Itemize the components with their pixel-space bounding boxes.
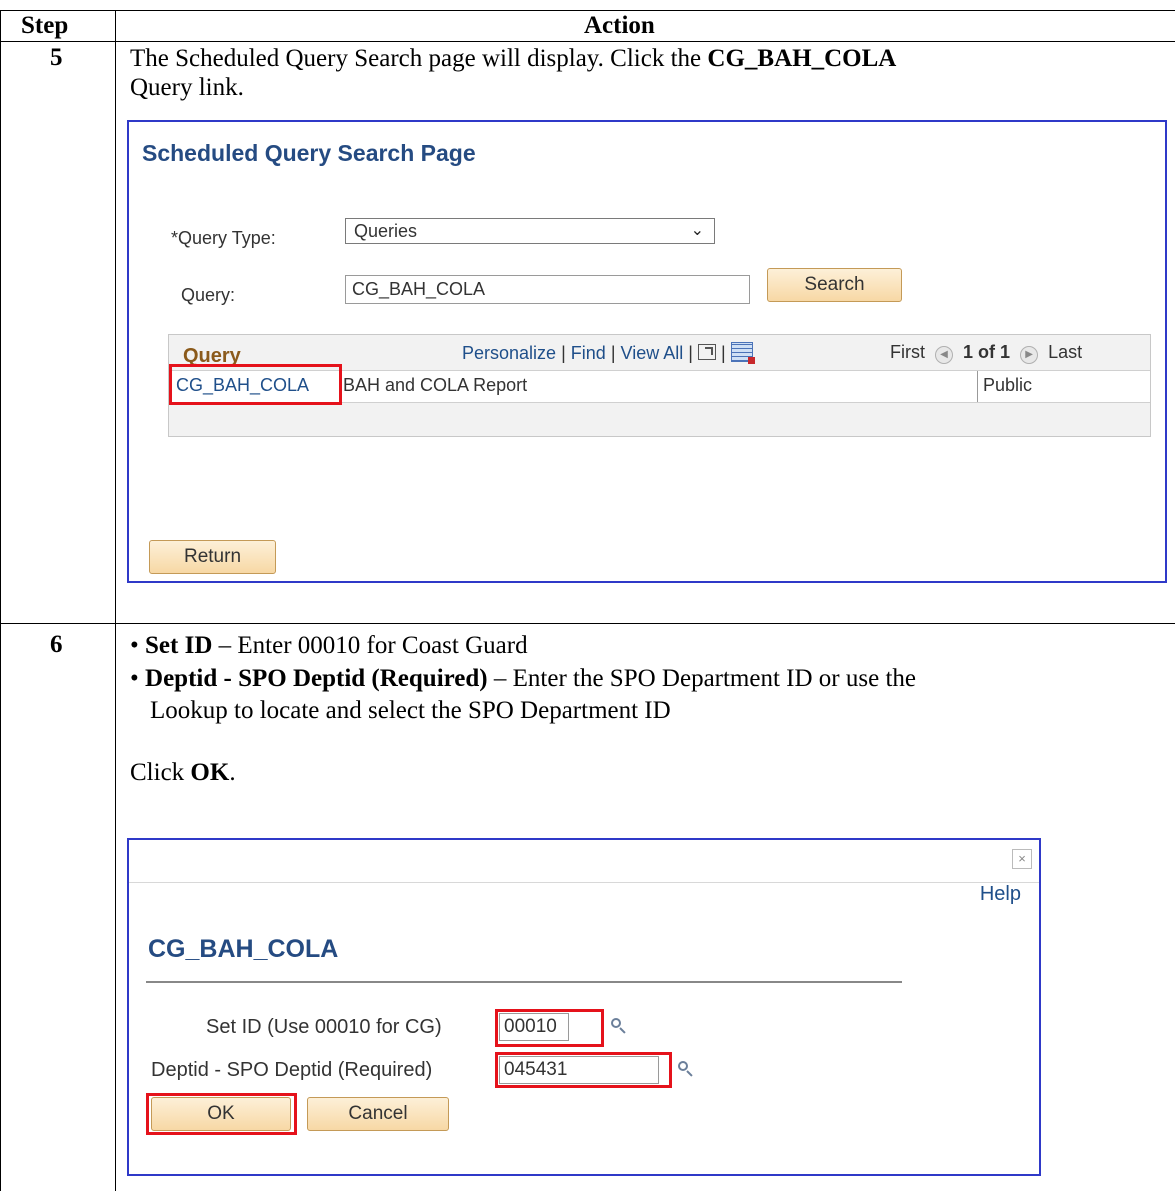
- dialog-title: CG_BAH_COLA: [148, 935, 339, 963]
- bullet-text: – Enter the SPO Department ID or use the: [487, 665, 916, 692]
- bullet-deptid-continued: Lookup to locate and select the SPO Depa…: [150, 697, 671, 724]
- query-access: Public: [983, 375, 1033, 395]
- step-number: 6: [50, 631, 63, 658]
- chevron-down-icon: ⌄: [690, 222, 704, 239]
- instruction-text: Click: [130, 759, 191, 786]
- column-divider: [977, 371, 978, 402]
- last-link[interactable]: Last: [1048, 342, 1082, 362]
- prev-arrow-icon[interactable]: ◀: [935, 346, 954, 364]
- query-description: BAH and COLA Report: [343, 375, 528, 395]
- step-number: 5: [50, 44, 63, 71]
- separator: |: [561, 343, 566, 363]
- bullet-emphasis: Deptid - SPO Deptid (Required): [145, 665, 488, 692]
- separator: |: [688, 343, 693, 363]
- search-button[interactable]: Search: [767, 268, 902, 302]
- lookup-icon[interactable]: [611, 1018, 625, 1032]
- grid-pagination: First ◀ 1 of 1 ▶ Last: [890, 342, 1082, 364]
- instruction-text: The Scheduled Query Search page will dis…: [130, 45, 708, 72]
- bullet-setid: • Set ID – Enter 00010 for Coast Guard: [130, 632, 528, 659]
- query-type-label: *Query Type:: [171, 228, 276, 248]
- page-range: 1 of 1: [963, 342, 1011, 362]
- return-button[interactable]: Return: [149, 540, 276, 574]
- query-type-select[interactable]: Queries ⌄: [345, 218, 715, 244]
- table-row-border: [0, 623, 1175, 624]
- bullet-deptid: • Deptid - SPO Deptid (Required) – Enter…: [130, 665, 916, 692]
- highlight-query-link: [169, 364, 342, 405]
- query-label: Query:: [181, 285, 236, 305]
- click-ok-instruction: Click OK.: [130, 758, 1170, 787]
- bullet-text: – Enter 00010 for Coast Guard: [212, 632, 528, 659]
- download-grid-icon[interactable]: [730, 342, 755, 364]
- step-instruction: The Scheduled Query Search page will dis…: [130, 44, 1160, 102]
- separator: |: [720, 343, 726, 363]
- query-type-value: Queries: [354, 221, 418, 241]
- close-icon[interactable]: ×: [1012, 849, 1032, 869]
- separator: |: [610, 343, 616, 363]
- personalize-link[interactable]: Personalize: [462, 343, 556, 363]
- highlight-setid: [495, 1009, 604, 1047]
- cancel-button[interactable]: Cancel: [307, 1097, 449, 1131]
- grid-toolbar: Personalize | Find | View All | |: [462, 342, 755, 364]
- divider: [129, 882, 1039, 883]
- table-column-divider: [115, 10, 116, 1191]
- scheduled-query-screenshot: Scheduled Query Search Page *Query Type:…: [127, 120, 1167, 583]
- setid-label: Set ID (Use 00010 for CG): [206, 1016, 442, 1038]
- header-step: Step: [21, 12, 69, 39]
- first-link[interactable]: First: [890, 342, 925, 362]
- deptid-label: Deptid - SPO Deptid (Required): [151, 1059, 433, 1081]
- table-left-border: [0, 10, 1, 1191]
- step-bullets: • Set ID – Enter 00010 for Coast Guard •…: [130, 631, 1170, 787]
- instruction-emphasis: CG_BAH_COLA: [707, 45, 897, 72]
- header-action: Action: [584, 12, 655, 39]
- help-link[interactable]: Help: [980, 883, 1021, 906]
- table-header-border: [0, 41, 1175, 42]
- instruction-emphasis: OK: [190, 759, 230, 786]
- bullet-emphasis: Set ID: [145, 632, 213, 659]
- next-arrow-icon[interactable]: ▶: [1020, 346, 1039, 364]
- view-all-link[interactable]: View All: [621, 343, 684, 363]
- instruction-text: Query link.: [130, 74, 244, 101]
- highlight-ok: [146, 1093, 297, 1135]
- table-top-border: [0, 10, 1175, 11]
- find-link[interactable]: Find: [571, 343, 606, 363]
- title-underline: [146, 981, 902, 983]
- lookup-icon[interactable]: [678, 1061, 692, 1075]
- page-title: Scheduled Query Search Page: [142, 140, 476, 166]
- instruction-text: .: [229, 759, 236, 786]
- zoom-icon[interactable]: [697, 344, 716, 360]
- query-input[interactable]: CG_BAH_COLA: [345, 275, 750, 304]
- highlight-deptid: [495, 1052, 672, 1088]
- prompt-dialog-screenshot: × Help CG_BAH_COLA Set ID (Use 00010 for…: [127, 838, 1041, 1176]
